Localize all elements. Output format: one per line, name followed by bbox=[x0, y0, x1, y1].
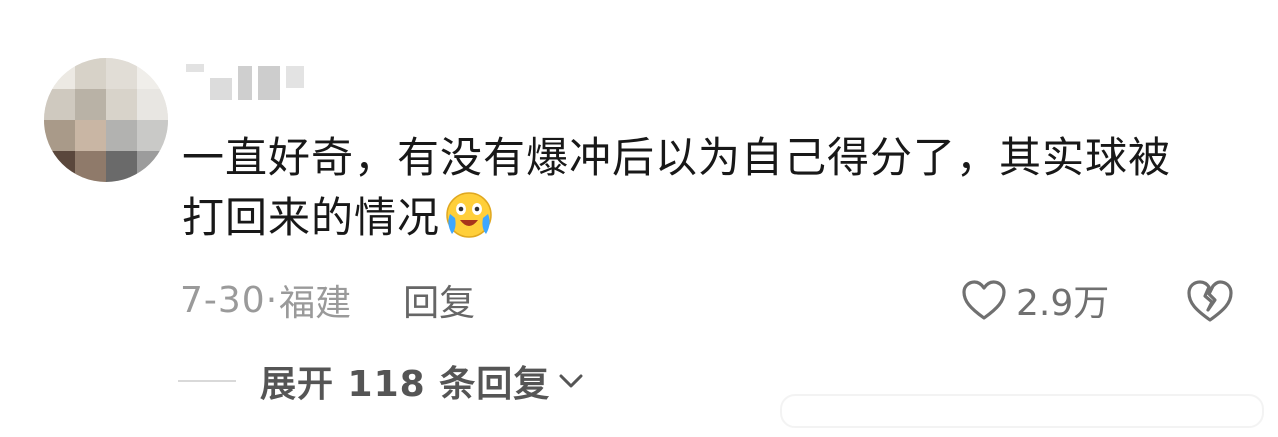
expand-replies-label: 展开 118 条回复 bbox=[260, 364, 551, 405]
comment-text-line-2-label: 打回来的情况 bbox=[182, 193, 441, 242]
reply-button[interactable]: 回复 bbox=[403, 274, 475, 326]
comment-text: 一直好奇，有没有爆冲后以为自己得分了，其实球被 打回来的情况 bbox=[182, 128, 1242, 248]
comment-date: 7-30 bbox=[180, 279, 266, 321]
like-button[interactable]: 2.9万 bbox=[960, 276, 1109, 324]
comment-text-line-2: 打回来的情况 bbox=[182, 188, 1242, 248]
comment-text-line-1: 一直好奇，有没有爆冲后以为自己得分了，其实球被 bbox=[182, 133, 1172, 182]
divider-line bbox=[178, 380, 236, 382]
expand-replies-button[interactable]: 展开 118 条回复 bbox=[178, 356, 584, 406]
broken-heart-icon[interactable] bbox=[1184, 276, 1236, 324]
meta-separator: · bbox=[265, 279, 278, 321]
comment-item: 一直好奇，有没有爆冲后以为自己得分了，其实球被 打回来的情况 7-30 · 福建… bbox=[0, 0, 1278, 437]
chevron-down-icon bbox=[559, 374, 583, 388]
avatar[interactable] bbox=[44, 58, 168, 182]
username-blurred[interactable] bbox=[186, 60, 304, 100]
comment-meta: 7-30 · 福建 回复 bbox=[180, 274, 475, 326]
heart-icon bbox=[962, 280, 1006, 320]
watermark bbox=[780, 394, 1264, 428]
crying-laughing-emoji-icon bbox=[446, 192, 492, 238]
like-count: 2.9万 bbox=[1016, 283, 1110, 324]
comment-location: 福建 bbox=[279, 283, 352, 324]
